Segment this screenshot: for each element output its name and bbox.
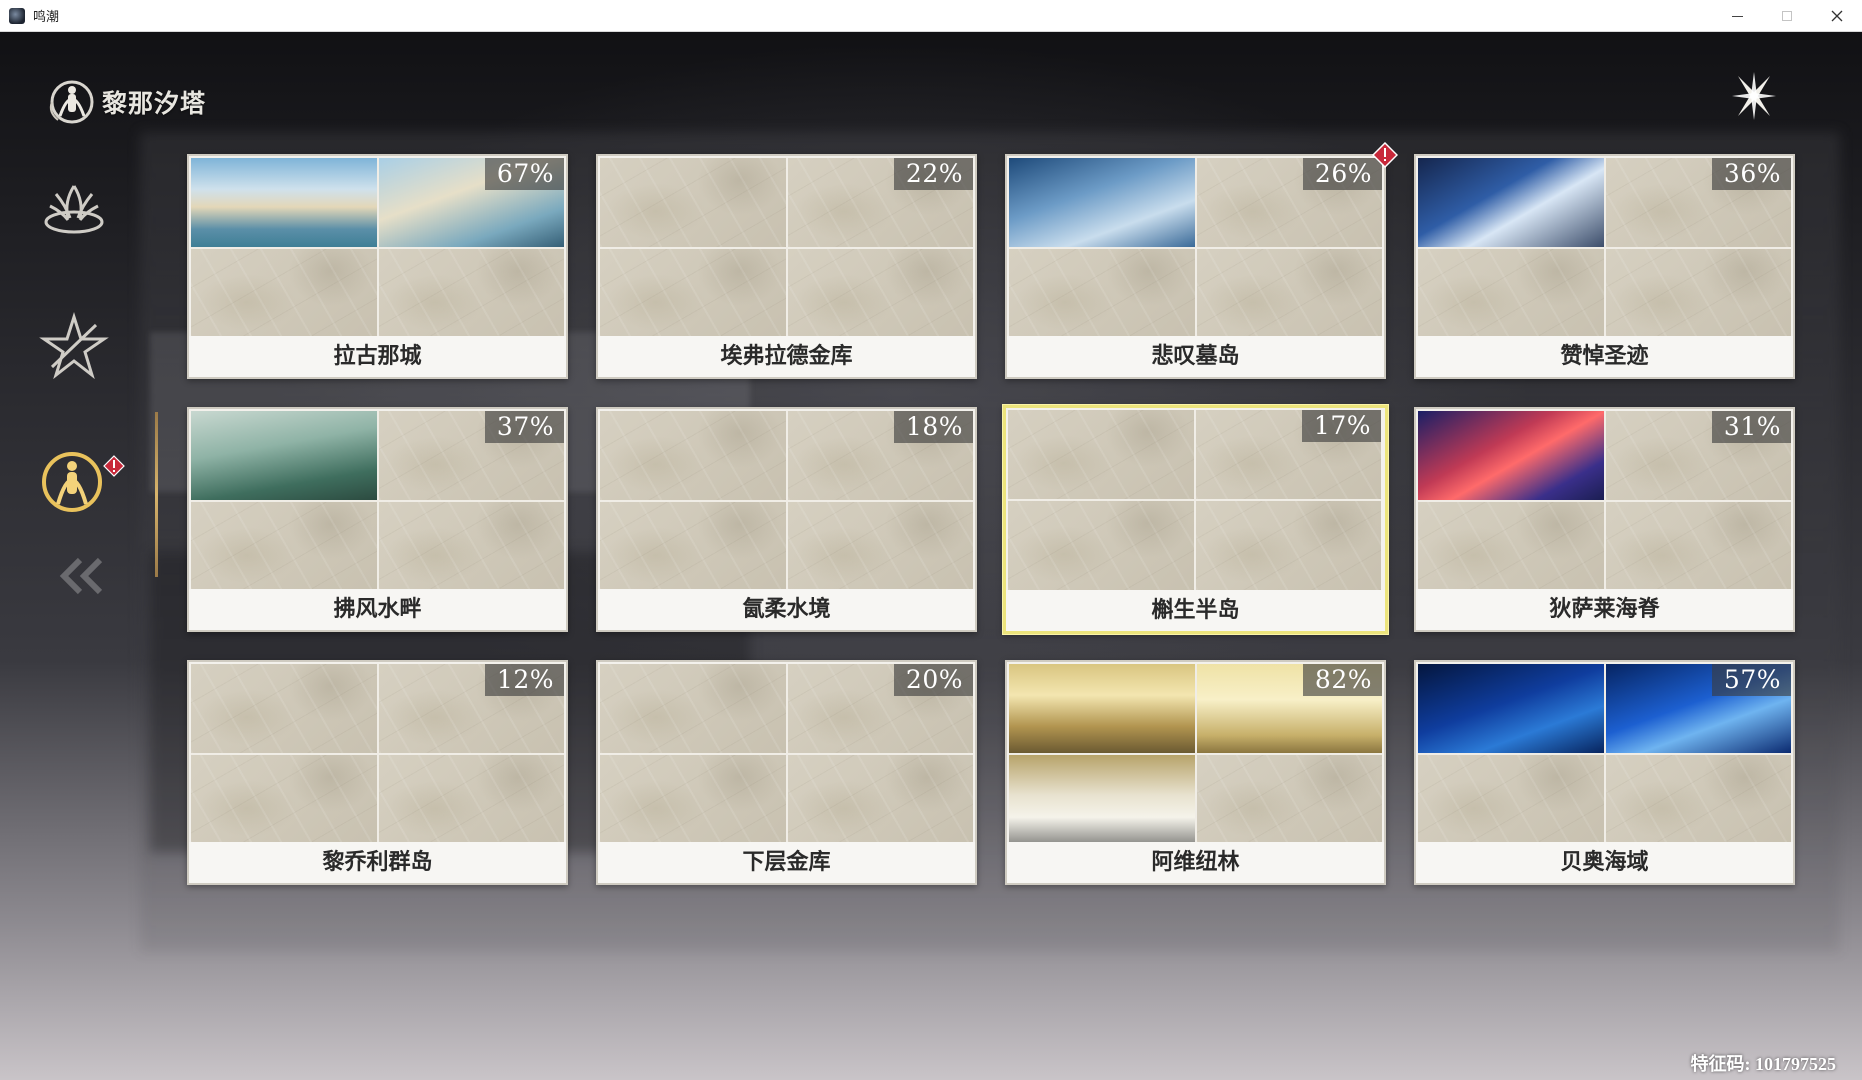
exploration-progress: 67% (484, 158, 564, 190)
map-tile (600, 664, 786, 753)
region-art-tile (191, 411, 377, 500)
map-tile (1605, 502, 1791, 591)
maximize-button[interactable] (1762, 0, 1812, 32)
exploration-progress: 18% (893, 411, 973, 443)
exploration-progress: 22% (893, 158, 973, 190)
region-card[interactable]: 18% 氤柔水境 (596, 407, 977, 632)
region-card-selected[interactable]: 17% 槲生半岛 (1002, 404, 1389, 635)
region-header: 黎那汐塔 (46, 76, 206, 128)
map-tile (600, 411, 786, 500)
region-art-tile (1009, 664, 1195, 753)
exploration-progress: 20% (893, 664, 973, 696)
rinascita-emblem-icon (49, 80, 94, 124)
map-tile (1418, 249, 1604, 338)
map-tile (191, 755, 377, 844)
region-card[interactable]: 22% 埃弗拉德金库 (596, 154, 977, 379)
exploration-progress: 31% (1711, 411, 1791, 443)
alert-badge-icon (1372, 142, 1398, 168)
region-name: 贝奥海域 (1416, 842, 1793, 883)
map-tile (1008, 501, 1194, 590)
map-tile (787, 249, 973, 338)
exploration-progress: 57% (1711, 664, 1791, 696)
region-name: 黎乔利群岛 (189, 842, 566, 883)
region-card[interactable]: 67% 拉古那城 (187, 154, 568, 379)
app-icon (9, 7, 25, 24)
region-card[interactable]: 57% 贝奥海域 (1414, 660, 1795, 885)
region-art-tile (191, 158, 377, 247)
map-tile (1196, 249, 1382, 338)
region-card[interactable]: 26% 悲叹墓岛 (1005, 154, 1386, 379)
map-tile (1009, 249, 1195, 338)
exploration-progress: 82% (1302, 664, 1382, 696)
map-tile (191, 249, 377, 338)
double-chevron-left-icon[interactable] (52, 552, 112, 600)
map-tile (1605, 249, 1791, 338)
minimize-icon (1731, 15, 1743, 17)
sidebar-active-indicator (155, 412, 158, 577)
exploration-progress: 37% (484, 411, 564, 443)
star-crest-icon (39, 312, 109, 380)
feature-code: 特征码: 101797525 (1690, 1054, 1837, 1074)
region-name: 槲生半岛 (1006, 590, 1385, 631)
region-card[interactable]: 36% 赞悼圣迹 (1414, 154, 1795, 379)
page-title: 黎那汐塔 (102, 89, 207, 118)
region-art-tile (1009, 158, 1195, 247)
map-tile (787, 502, 973, 591)
region-art-tile (1418, 158, 1604, 247)
map-tile (1418, 755, 1604, 844)
exploration-progress: 17% (1301, 410, 1381, 442)
map-tile (378, 249, 564, 338)
window-title: 鸣潮 (33, 10, 60, 25)
map-tile (191, 502, 377, 591)
maximize-icon (1782, 11, 1792, 21)
region-card[interactable]: 20% 下层金库 (596, 660, 977, 885)
region-name: 狄萨莱海脊 (1416, 589, 1793, 630)
region-name: 拂风水畔 (189, 589, 566, 630)
map-tile (787, 755, 973, 844)
rinascita-emblem-icon (42, 452, 102, 512)
region-art-tile (1418, 664, 1604, 753)
region-art-tile (1418, 411, 1604, 500)
region-name: 拉古那城 (189, 336, 566, 377)
minimize-button[interactable] (1712, 0, 1762, 32)
region-name: 阿维纽林 (1007, 842, 1384, 883)
map-tile (1196, 755, 1382, 844)
exploration-progress: 36% (1711, 158, 1791, 190)
map-tile (600, 158, 786, 247)
map-tile (378, 502, 564, 591)
alert-badge-icon (103, 455, 125, 477)
close-x-icon[interactable] (1730, 68, 1778, 124)
map-tile (1008, 410, 1194, 499)
close-window-button[interactable] (1812, 0, 1862, 32)
region-name: 埃弗拉德金库 (598, 336, 975, 377)
game-viewport: 黎那汐塔 67% 拉古那城 22% 埃弗拉德金库 26% 悲叹墓岛 36% 赞悼… (0, 32, 1862, 1080)
window-titlebar: 鸣潮 (0, 0, 1862, 32)
map-tile (1605, 755, 1791, 844)
sidebar-item-dragon[interactable] (34, 172, 114, 252)
exploration-progress: 26% (1302, 158, 1382, 190)
region-card[interactable]: 31% 狄萨莱海脊 (1414, 407, 1795, 632)
region-art-tile (1009, 755, 1195, 844)
region-name: 赞悼圣迹 (1416, 336, 1793, 377)
map-tile (600, 249, 786, 338)
map-tile (378, 755, 564, 844)
dragon-emblem-icon (44, 185, 104, 234)
region-card[interactable]: 12% 黎乔利群岛 (187, 660, 568, 885)
map-tile (600, 502, 786, 591)
map-tile (600, 755, 786, 844)
sidebar-item-star[interactable] (34, 307, 114, 387)
map-tile (1195, 501, 1381, 590)
map-tile (191, 664, 377, 753)
map-tile (1418, 502, 1604, 591)
region-name: 悲叹墓岛 (1007, 336, 1384, 377)
exploration-progress: 12% (484, 664, 564, 696)
sidebar-item-rinascita[interactable] (34, 442, 114, 522)
region-card[interactable]: 37% 拂风水畔 (187, 407, 568, 632)
region-card[interactable]: 82% 阿维纽林 (1005, 660, 1386, 885)
region-name: 氤柔水境 (598, 589, 975, 630)
region-name: 下层金库 (598, 842, 975, 883)
close-icon (1831, 10, 1843, 22)
